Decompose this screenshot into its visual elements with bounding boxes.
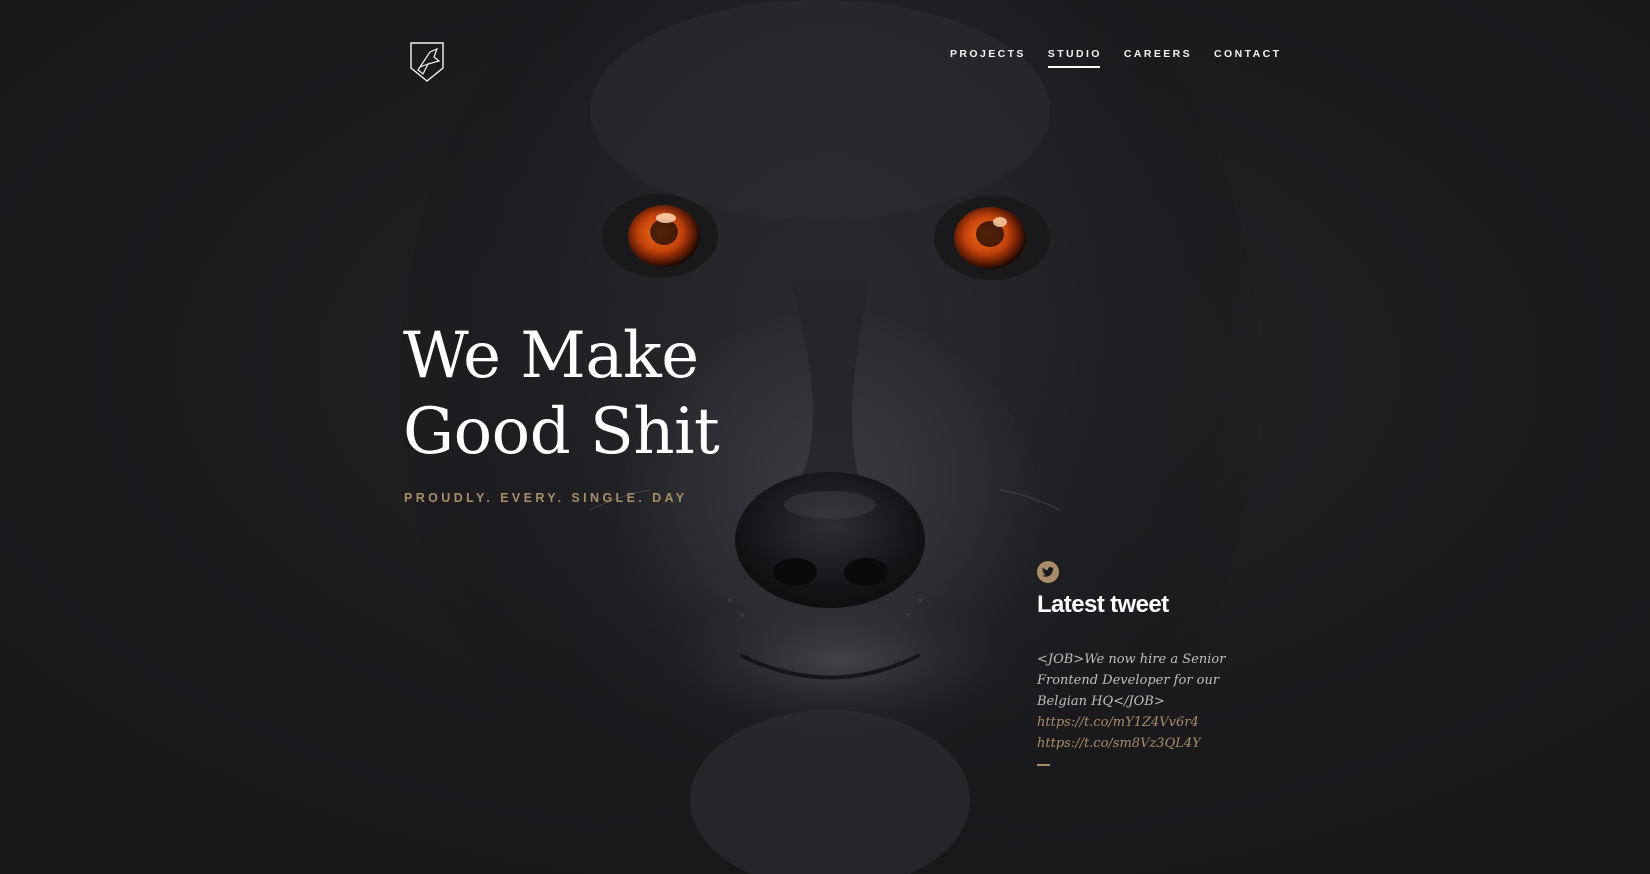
tweet-text: <JOB>We now hire a Senior Frontend Devel…: [1037, 652, 1226, 709]
nav-item-careers[interactable]: CAREERS: [1124, 46, 1192, 68]
tweet-link-1[interactable]: https://t.co/mY1Z4Vv6r4: [1037, 712, 1227, 733]
hero-title: We Make Good Shit: [403, 318, 720, 470]
tweet-link-2[interactable]: https://t.co/sm8Vz3QL4Y: [1037, 733, 1227, 754]
nav-item-projects[interactable]: PROJECTS: [950, 46, 1026, 68]
latest-tweet-widget: Latest tweet <JOB>We now hire a Senior F…: [1037, 561, 1227, 766]
twitter-bird-icon[interactable]: [1037, 561, 1059, 583]
latest-tweet-heading: Latest tweet: [1037, 591, 1169, 618]
tweet-body: <JOB>We now hire a Senior Frontend Devel…: [1037, 649, 1227, 754]
fox-shield-logo-icon[interactable]: [408, 40, 446, 84]
hero-title-line-2: Good Shit: [403, 395, 720, 469]
nav-item-contact[interactable]: CONTACT: [1214, 46, 1281, 68]
main-nav: PROJECTS STUDIO CAREERS CONTACT: [950, 46, 1281, 68]
nav-item-studio[interactable]: STUDIO: [1047, 46, 1102, 68]
dog-hero-image: [0, 0, 1650, 874]
hero-title-line-1: We Make: [403, 319, 699, 393]
landing-page: PROJECTS STUDIO CAREERS CONTACT We Make …: [0, 0, 1650, 874]
tweet-divider: [1037, 764, 1050, 766]
hero-subtitle: PROUDLY. EVERY. SINGLE. DAY: [404, 491, 688, 505]
